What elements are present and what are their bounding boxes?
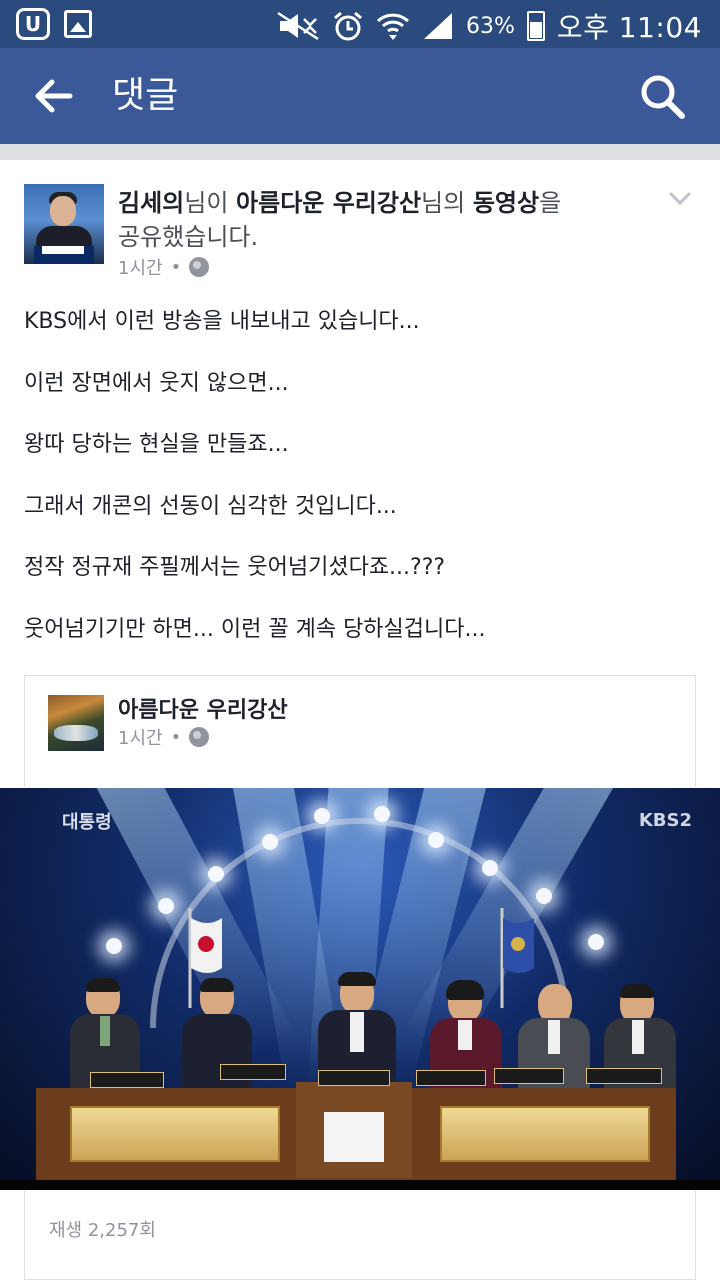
shared-page-avatar[interactable] bbox=[48, 695, 104, 751]
play-count: 재생 2,257회 bbox=[49, 1220, 156, 1241]
header-connector: 님이 bbox=[184, 189, 237, 217]
post-meta: 1시간 • bbox=[118, 254, 210, 280]
meta-separator: • bbox=[170, 726, 182, 748]
back-arrow-icon bbox=[35, 79, 73, 113]
clock: 오후 11:04 bbox=[556, 11, 702, 44]
search-button[interactable] bbox=[636, 70, 690, 124]
shared-page-name[interactable]: 아름다운 우리강산 bbox=[118, 692, 288, 724]
post-line: 그래서 개콘의 선동이 심각한 것입니다... bbox=[24, 493, 397, 519]
back-button[interactable] bbox=[26, 70, 82, 122]
post-line: 웃어넘기기만 하면... 이런 꼴 계속 당하실겁니다... bbox=[24, 616, 486, 642]
mute-icon bbox=[277, 11, 319, 41]
post-time[interactable]: 1시간 bbox=[118, 254, 163, 280]
post-line: 이런 장면에서 웃지 않으면... bbox=[24, 370, 289, 396]
page-title: 댓글 bbox=[112, 75, 179, 116]
header-connector: 을 bbox=[539, 189, 562, 217]
divider bbox=[0, 144, 720, 160]
app-bar: 댓글 bbox=[0, 48, 720, 144]
header-connector: 님의 bbox=[421, 189, 473, 217]
battery-percent: 63% bbox=[465, 13, 515, 39]
chevron-down-icon[interactable] bbox=[668, 186, 692, 210]
image-icon bbox=[64, 10, 92, 38]
post-body: KBS에서 이런 방송을 내보내고 있습니다... 이런 장면에서 웃지 않으면… bbox=[24, 305, 704, 674]
page-name[interactable]: 아름다운 우리강산 bbox=[236, 189, 421, 217]
wifi-icon bbox=[376, 13, 409, 40]
shared-time[interactable]: 1시간 bbox=[118, 724, 163, 750]
battery-charging-icon bbox=[526, 11, 545, 41]
globe-icon bbox=[189, 257, 210, 277]
post-line: 왕따 당하는 현실을 만들죠... bbox=[24, 432, 289, 457]
post-line: 정작 정규재 주필께서는 웃어넘기셨다죠...??? bbox=[24, 555, 446, 580]
signal-icon bbox=[423, 13, 452, 39]
author-avatar[interactable] bbox=[24, 184, 104, 264]
alarm-icon bbox=[334, 11, 362, 41]
program-logo: 대통령 bbox=[62, 812, 112, 833]
video-link[interactable]: 동영상 bbox=[473, 189, 539, 217]
meta-separator: • bbox=[170, 256, 182, 278]
video-player[interactable]: 대통령 KBS2 bbox=[0, 788, 720, 1190]
shared-post-card[interactable]: 아름다운 우리강산 1시간 • bbox=[24, 675, 696, 787]
channel-logo: KBS2 bbox=[638, 810, 692, 831]
post-header-text: 김세의님이 아름다운 우리강산님의 동영상을 공유했습니다. bbox=[118, 186, 638, 254]
globe-icon bbox=[189, 727, 210, 747]
flag-icon bbox=[500, 908, 534, 1008]
author-name[interactable]: 김세의 bbox=[118, 189, 184, 217]
video-footer: 재생 2,257회 bbox=[24, 1190, 696, 1280]
header-action: 공유했습니다. bbox=[118, 223, 259, 251]
u-plus-icon: U bbox=[16, 8, 50, 40]
post-line: KBS에서 이런 방송을 내보내고 있습니다... bbox=[24, 309, 420, 334]
search-icon bbox=[641, 75, 685, 119]
status-bar: U 63% 오후 11:04 bbox=[0, 0, 720, 48]
shared-meta: 1시간 • bbox=[118, 724, 210, 750]
